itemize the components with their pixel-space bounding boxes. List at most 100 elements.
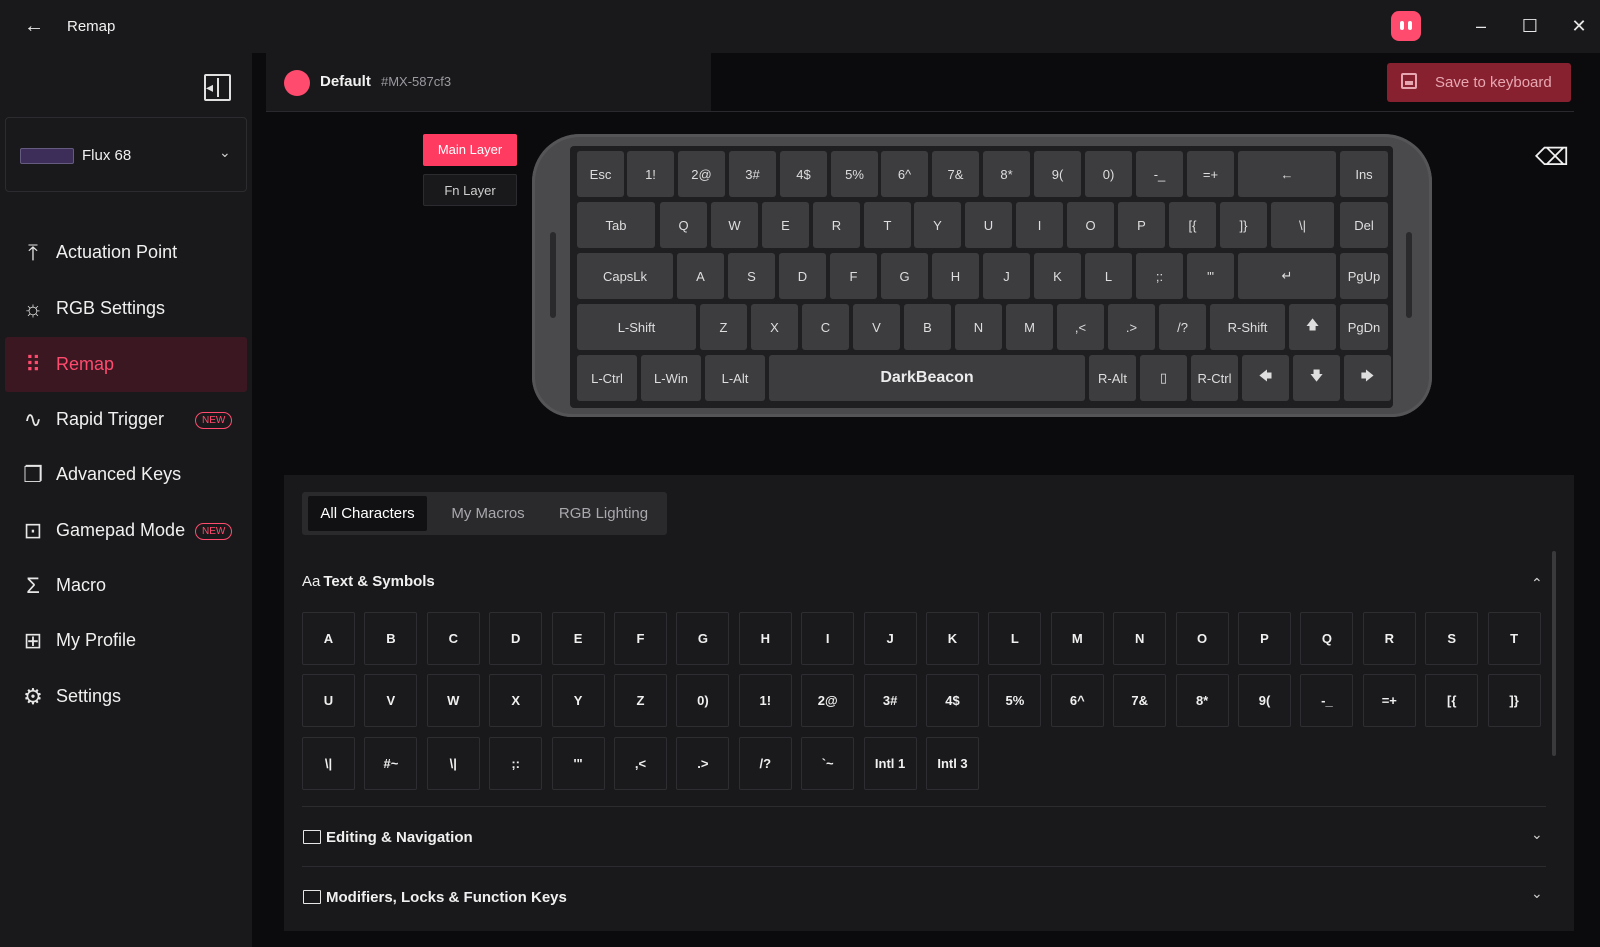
char-key[interactable]: 1! [738,674,792,727]
keyboard-key[interactable]: ]} [1220,202,1267,248]
keyboard-key[interactable]: 🡆 [1344,355,1391,401]
keyboard-key[interactable]: L-Ctrl [577,355,637,401]
keyboard-key[interactable]: PgUp [1340,253,1388,299]
char-key[interactable]: #~ [364,737,418,790]
char-key[interactable]: V [364,674,418,727]
keyboard-key[interactable]: ↵ [1238,253,1336,299]
keyboard-key[interactable]: CapsLk [577,253,673,299]
char-key[interactable]: 4$ [926,674,979,727]
keyboard-key[interactable]: E [762,202,809,248]
char-key[interactable]: F [614,612,667,665]
char-key[interactable]: ;: [489,737,543,790]
char-key[interactable]: 6^ [1050,674,1104,727]
char-key[interactable]: [{ [1425,674,1479,727]
mascot-icon[interactable] [1391,11,1421,41]
minimize-button[interactable]: – [1467,12,1495,40]
collapse-sidebar-icon[interactable] [204,74,231,101]
section-editing-navigation[interactable]: Editing & Navigation [326,829,473,846]
keyboard-key[interactable]: R-Shift [1210,304,1285,350]
char-key[interactable]: \| [426,737,480,790]
keyboard-key[interactable]: G [881,253,928,299]
char-key[interactable]: Intl 1 [863,737,917,790]
sidebar-item-advanced-keys[interactable]: ❐ Advanced Keys [5,447,247,502]
tab-all-characters[interactable]: All Characters [308,496,427,531]
maximize-button[interactable]: ☐ [1516,12,1544,40]
sidebar-item-my-profile[interactable]: ⊞ My Profile [5,613,247,668]
sidebar-item-actuation-point[interactable]: ⤒ Actuation Point [5,225,247,280]
char-key[interactable]: Y [551,674,605,727]
keyboard-key[interactable]: Del [1340,202,1388,248]
keyboard-key[interactable]: L [1085,253,1132,299]
keyboard-key[interactable]: 0) [1085,151,1132,197]
char-key[interactable]: N [1113,612,1167,665]
char-key[interactable]: ,< [614,737,667,790]
section-modifiers-locks-function[interactable]: Modifiers, Locks & Function Keys [326,889,567,906]
char-key[interactable]: J [863,612,917,665]
char-key[interactable]: E [551,612,605,665]
palette-scrollbar[interactable] [1552,551,1556,756]
char-key[interactable]: '" [551,737,605,790]
char-key[interactable]: I [801,612,855,665]
char-key[interactable]: X [489,674,543,727]
keyboard-key[interactable]: R-Ctrl [1191,355,1238,401]
chevron-down-icon[interactable]: ⌄ [1531,826,1543,843]
keyboard-key[interactable]: A [677,253,724,299]
char-key[interactable]: D [489,612,543,665]
keyboard-key[interactable]: 🡅 [1289,304,1336,350]
sidebar-item-remap[interactable]: ⠿ Remap [5,337,247,392]
char-key[interactable]: 7& [1113,674,1167,727]
keyboard-key[interactable]: Y [914,202,961,248]
keyboard-key[interactable]: L-Shift [577,304,696,350]
keyboard-key[interactable]: 5% [831,151,878,197]
keyboard-key[interactable]: S [728,253,775,299]
char-key[interactable]: C [426,612,480,665]
sidebar-item-rgb-settings[interactable]: ☼ RGB Settings [5,281,247,336]
keyboard-key[interactable]: -_ [1136,151,1183,197]
keyboard-key[interactable]: F [830,253,877,299]
char-key[interactable]: R [1362,612,1416,665]
keyboard-key[interactable]: L-Alt [705,355,765,401]
sidebar-item-macro[interactable]: Σ Macro [5,558,247,613]
tab-rgb-lighting[interactable]: RGB Lighting [546,496,661,531]
char-key[interactable]: Z [614,674,667,727]
char-key[interactable]: T [1487,612,1541,665]
close-button[interactable]: ✕ [1565,12,1593,40]
char-key[interactable]: 0) [676,674,730,727]
char-key[interactable]: .> [676,737,730,790]
char-key[interactable]: A [302,612,355,665]
keyboard-key[interactable]: L-Win [641,355,701,401]
profile-color-dot[interactable] [284,70,310,96]
keyboard-key[interactable]: H [932,253,979,299]
char-key[interactable]: 8* [1175,674,1229,727]
device-selector[interactable]: Flux 68 ⌄ [5,117,247,192]
keyboard-key[interactable]: 7& [932,151,979,197]
keyboard-key[interactable]: R [813,202,860,248]
keyboard-key[interactable]: V [853,304,900,350]
keyboard-key[interactable]: M [1006,304,1053,350]
keyboard-key[interactable]: T [864,202,911,248]
char-key[interactable]: /? [738,737,792,790]
save-to-keyboard-button[interactable]: Save to keyboard [1387,63,1571,102]
keyboard-key[interactable]: Ins [1340,151,1388,197]
chevron-down-icon[interactable]: ⌄ [1531,885,1543,902]
keyboard-key[interactable]: ← [1238,151,1336,197]
char-key[interactable]: `~ [801,737,855,790]
keyboard-key[interactable]: X [751,304,798,350]
keyboard-key[interactable]: U [965,202,1012,248]
keyboard-key[interactable]: 1! [627,151,674,197]
char-key[interactable]: 5% [988,674,1042,727]
sidebar-item-settings[interactable]: ⚙ Settings [5,669,247,724]
keyboard-key[interactable]: 4$ [780,151,827,197]
sidebar-item-gamepad-mode[interactable]: ⊡ Gamepad Mode NEW [5,503,247,558]
keyboard-key[interactable]: 2@ [678,151,725,197]
keyboard-key[interactable]: '" [1187,253,1234,299]
keyboard-key[interactable]: C [802,304,849,350]
keyboard-key[interactable]: W [711,202,758,248]
char-key[interactable]: 2@ [801,674,855,727]
char-key[interactable]: M [1050,612,1104,665]
keyboard-key[interactable]: P [1118,202,1165,248]
main-layer-button[interactable]: Main Layer [423,134,517,166]
char-key[interactable]: U [302,674,355,727]
char-key[interactable]: Q [1300,612,1354,665]
spacebar-key[interactable]: DarkBeacon [769,355,1085,401]
